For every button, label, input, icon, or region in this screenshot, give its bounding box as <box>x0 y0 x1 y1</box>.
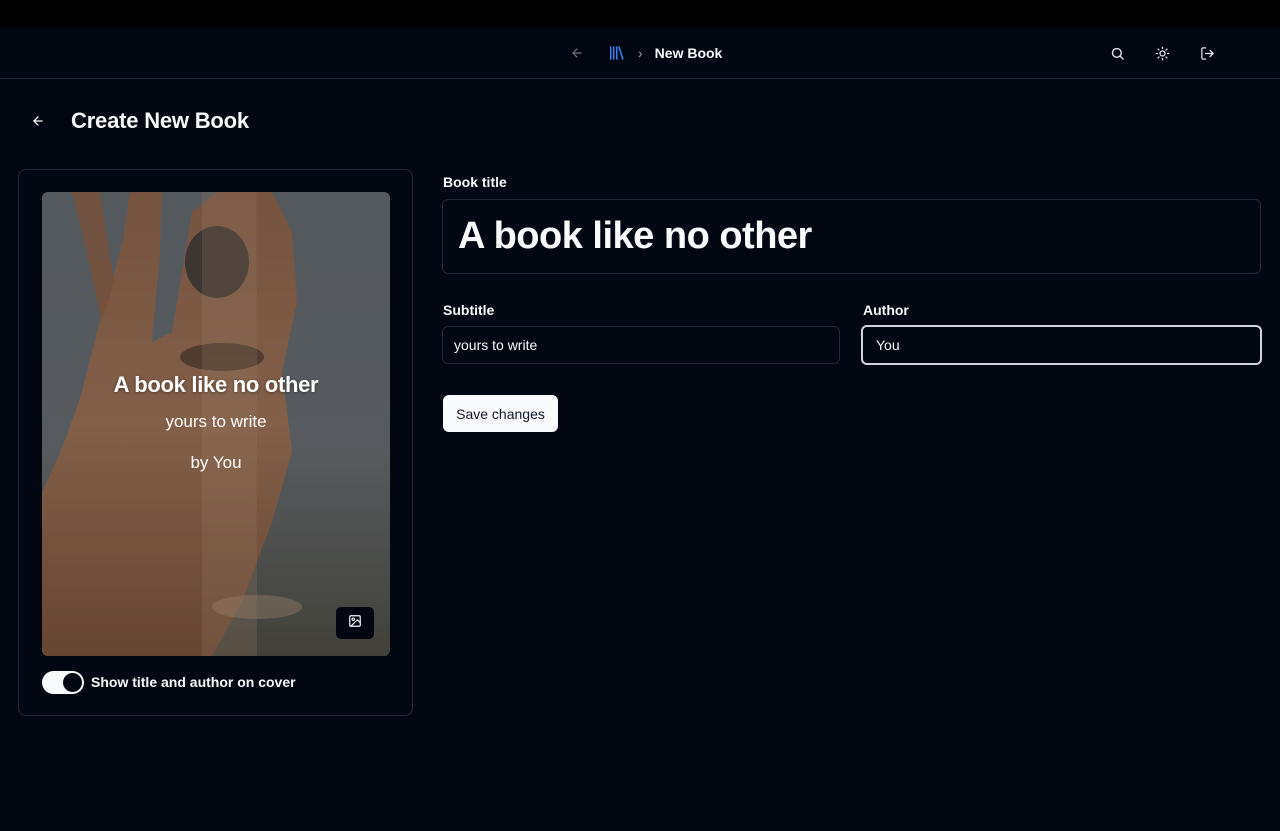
save-changes-button[interactable]: Save changes <box>443 395 558 432</box>
toggle-knob <box>63 672 82 692</box>
search-icon[interactable] <box>1105 41 1129 65</box>
author-label: Author <box>863 302 909 318</box>
page-title: Create New Book <box>71 108 249 133</box>
cover-card: A book like no other yours to write by Y… <box>18 169 413 716</box>
subtitle-label: Subtitle <box>443 302 495 318</box>
library-icon[interactable] <box>606 42 626 64</box>
cover-author: by You <box>190 453 242 472</box>
window-top-strip <box>0 0 1280 27</box>
breadcrumb: › New Book <box>566 27 722 79</box>
nav-search <box>1105 27 1129 79</box>
cover-title: A book like no other <box>113 372 319 397</box>
sun-icon[interactable] <box>1150 41 1174 65</box>
show-title-toggle-label: Show title and author on cover <box>91 674 296 690</box>
show-title-toggle-row: Show title and author on cover <box>42 670 296 694</box>
back-arrow-icon[interactable] <box>26 109 50 133</box>
image-icon <box>348 614 362 633</box>
subtitle-input[interactable] <box>442 326 840 364</box>
nav-logout <box>1195 27 1219 79</box>
book-title-label: Book title <box>443 174 507 190</box>
arrow-left-icon[interactable] <box>566 42 588 64</box>
cover-subtitle: yours to write <box>165 412 267 431</box>
breadcrumb-current: New Book <box>654 45 723 61</box>
nav-theme <box>1150 27 1174 79</box>
author-input[interactable] <box>861 325 1262 365</box>
logout-icon[interactable] <box>1195 41 1219 65</box>
change-cover-image-button[interactable] <box>336 607 374 639</box>
book-cover-preview: A book like no other yours to write by Y… <box>42 192 390 656</box>
book-title-input[interactable] <box>442 199 1261 274</box>
top-navbar: › New Book <box>0 27 1280 79</box>
show-title-toggle[interactable] <box>42 670 84 694</box>
breadcrumb-separator: › <box>638 45 643 61</box>
page-header: Create New Book <box>26 104 249 138</box>
